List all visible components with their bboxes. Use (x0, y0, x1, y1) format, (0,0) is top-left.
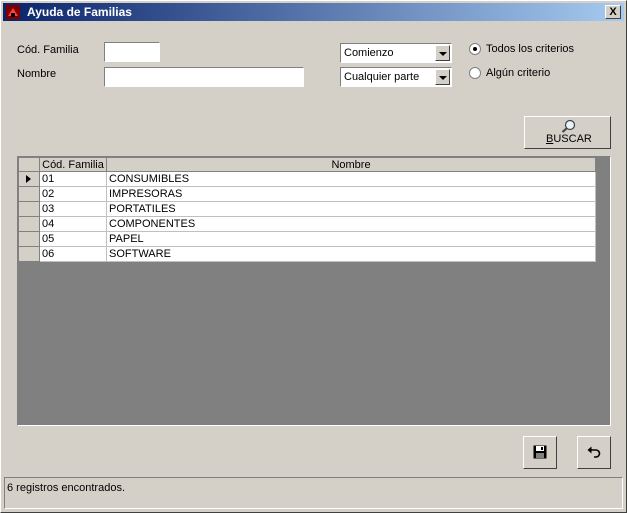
row-indicator (18, 216, 40, 232)
radio-todos-criterios[interactable] (469, 43, 481, 55)
chevron-down-icon[interactable] (435, 45, 450, 61)
row-indicator (18, 201, 40, 217)
row-indicator (18, 231, 40, 247)
indicator-header (18, 157, 40, 172)
radio-todos-label[interactable]: Todos los criterios (486, 43, 574, 55)
buscar-label: BUSCAR (546, 133, 592, 145)
buscar-button[interactable]: BUSCAR (524, 116, 611, 149)
radio-algun-label[interactable]: Algún criterio (486, 67, 550, 79)
column-header-cod[interactable]: Cód. Familia (39, 157, 107, 172)
table-row[interactable]: 06 SOFTWARE (18, 246, 596, 262)
cell-nombre[interactable]: CONSUMIBLES (106, 171, 596, 187)
window: Ayuda de Familias X Cód. Familia Nombre … (0, 0, 627, 513)
table-row[interactable]: 05 PAPEL (18, 231, 596, 247)
cell-nombre[interactable]: SOFTWARE (106, 246, 596, 262)
table-row[interactable]: 04 COMPONENTES (18, 216, 596, 232)
cell-nombre[interactable]: PAPEL (106, 231, 596, 247)
results-grid: Cód. Familia Nombre 01 CONSUMIBLES 02 IM… (17, 156, 611, 426)
status-text: 6 registros encontrados. (7, 482, 126, 494)
cell-nombre[interactable]: COMPONENTES (106, 216, 596, 232)
undo-icon (587, 446, 601, 458)
search-icon (561, 119, 576, 133)
table-row[interactable]: 02 IMPRESORAS (18, 186, 596, 202)
nombre-match-combo[interactable]: Cualquier parte (340, 67, 452, 87)
save-button[interactable] (523, 436, 557, 469)
undo-button[interactable] (577, 436, 611, 469)
cell-cod[interactable]: 02 (39, 186, 107, 202)
close-button[interactable]: X (605, 5, 621, 19)
column-header-nombre[interactable]: Nombre (106, 157, 596, 172)
match-position-value: Comienzo (344, 47, 394, 59)
cell-cod[interactable]: 04 (39, 216, 107, 232)
results-table: Cód. Familia Nombre 01 CONSUMIBLES 02 IM… (18, 157, 596, 262)
cell-nombre[interactable]: IMPRESORAS (106, 186, 596, 202)
row-indicator (18, 171, 40, 187)
current-row-icon (26, 175, 31, 183)
row-indicator (18, 186, 40, 202)
title-bar[interactable]: Ayuda de Familias X (3, 3, 624, 21)
cell-cod[interactable]: 03 (39, 201, 107, 217)
match-position-combo[interactable]: Comienzo (340, 43, 452, 63)
cell-cod[interactable]: 06 (39, 246, 107, 262)
cell-cod[interactable]: 05 (39, 231, 107, 247)
radio-algun-criterio[interactable] (469, 67, 481, 79)
nombre-input[interactable] (104, 67, 304, 87)
floppy-disk-icon (533, 445, 547, 459)
table-row[interactable]: 03 PORTATILES (18, 201, 596, 217)
window-title: Ayuda de Familias (27, 5, 132, 19)
cell-nombre[interactable]: PORTATILES (106, 201, 596, 217)
chevron-down-icon[interactable] (435, 69, 450, 85)
nombre-label: Nombre (17, 68, 57, 80)
cell-cod[interactable]: 01 (39, 171, 107, 187)
row-indicator (18, 246, 40, 262)
status-bar: 6 registros encontrados. (4, 477, 623, 509)
cod-familia-label: Cód. Familia (17, 44, 79, 56)
table-row[interactable]: 01 CONSUMIBLES (18, 171, 596, 187)
app-icon (6, 5, 20, 19)
nombre-match-value: Cualquier parte (344, 71, 420, 83)
cod-familia-input[interactable] (104, 42, 160, 62)
